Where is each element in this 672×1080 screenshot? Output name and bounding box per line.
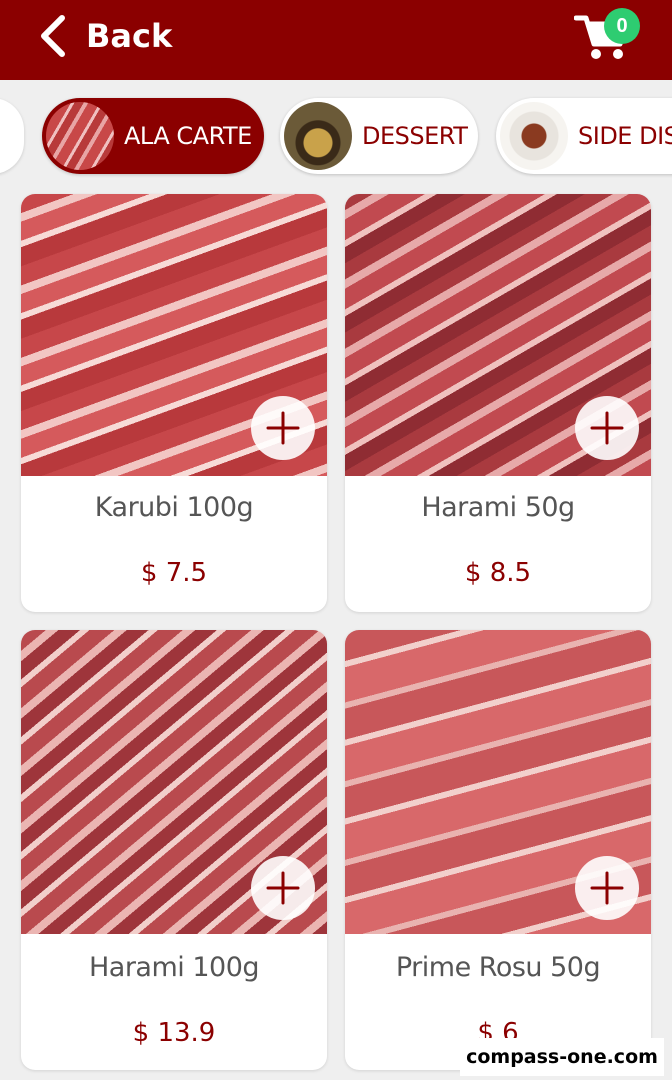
category-thumbnail [284, 102, 352, 170]
product-price: $ 8.5 [464, 558, 532, 588]
product-card[interactable]: Prime Rosu 50g $ 6 [345, 630, 651, 1070]
category-bar: ALA CARTE DESSERT SIDE DISH [0, 80, 672, 188]
add-to-cart-button[interactable] [575, 396, 639, 460]
product-card[interactable]: Karubi 100g $ 7.5 [21, 194, 327, 612]
category-label: ALA CARTE [124, 122, 252, 150]
app-header: Back 0 [0, 0, 672, 80]
product-name: Karubi 100g [94, 492, 254, 523]
product-name: Prime Rosu 50g [395, 952, 601, 983]
back-button[interactable]: Back [38, 14, 172, 58]
watermark: compass-one.com [460, 1038, 664, 1076]
category-side-dish[interactable]: SIDE DISH [496, 98, 672, 174]
plus-icon [590, 871, 624, 905]
add-to-cart-button[interactable] [251, 396, 315, 460]
product-name: Harami 50g [421, 492, 575, 523]
back-label: Back [86, 17, 173, 55]
product-card[interactable]: Harami 50g $ 8.5 [345, 194, 651, 612]
category-dessert[interactable]: DESSERT [280, 98, 478, 174]
category-label: DESSERT [362, 122, 468, 150]
category-pill-partial[interactable] [0, 98, 24, 174]
product-price: $ 7.5 [140, 558, 208, 588]
add-to-cart-button[interactable] [251, 856, 315, 920]
category-thumbnail [500, 102, 568, 170]
product-card[interactable]: Harami 100g $ 13.9 [21, 630, 327, 1070]
cart-button[interactable]: 0 [574, 8, 654, 68]
category-ala-carte[interactable]: ALA CARTE [42, 98, 264, 174]
product-price: $ 13.9 [132, 1018, 216, 1048]
add-to-cart-button[interactable] [575, 856, 639, 920]
plus-icon [590, 411, 624, 445]
cart-count-badge: 0 [604, 8, 640, 44]
plus-icon [266, 871, 300, 905]
category-thumbnail [46, 102, 114, 170]
chevron-left-icon [41, 15, 65, 57]
product-name: Harami 100g [88, 952, 260, 983]
plus-icon [266, 411, 300, 445]
category-label: SIDE DISH [578, 122, 672, 150]
